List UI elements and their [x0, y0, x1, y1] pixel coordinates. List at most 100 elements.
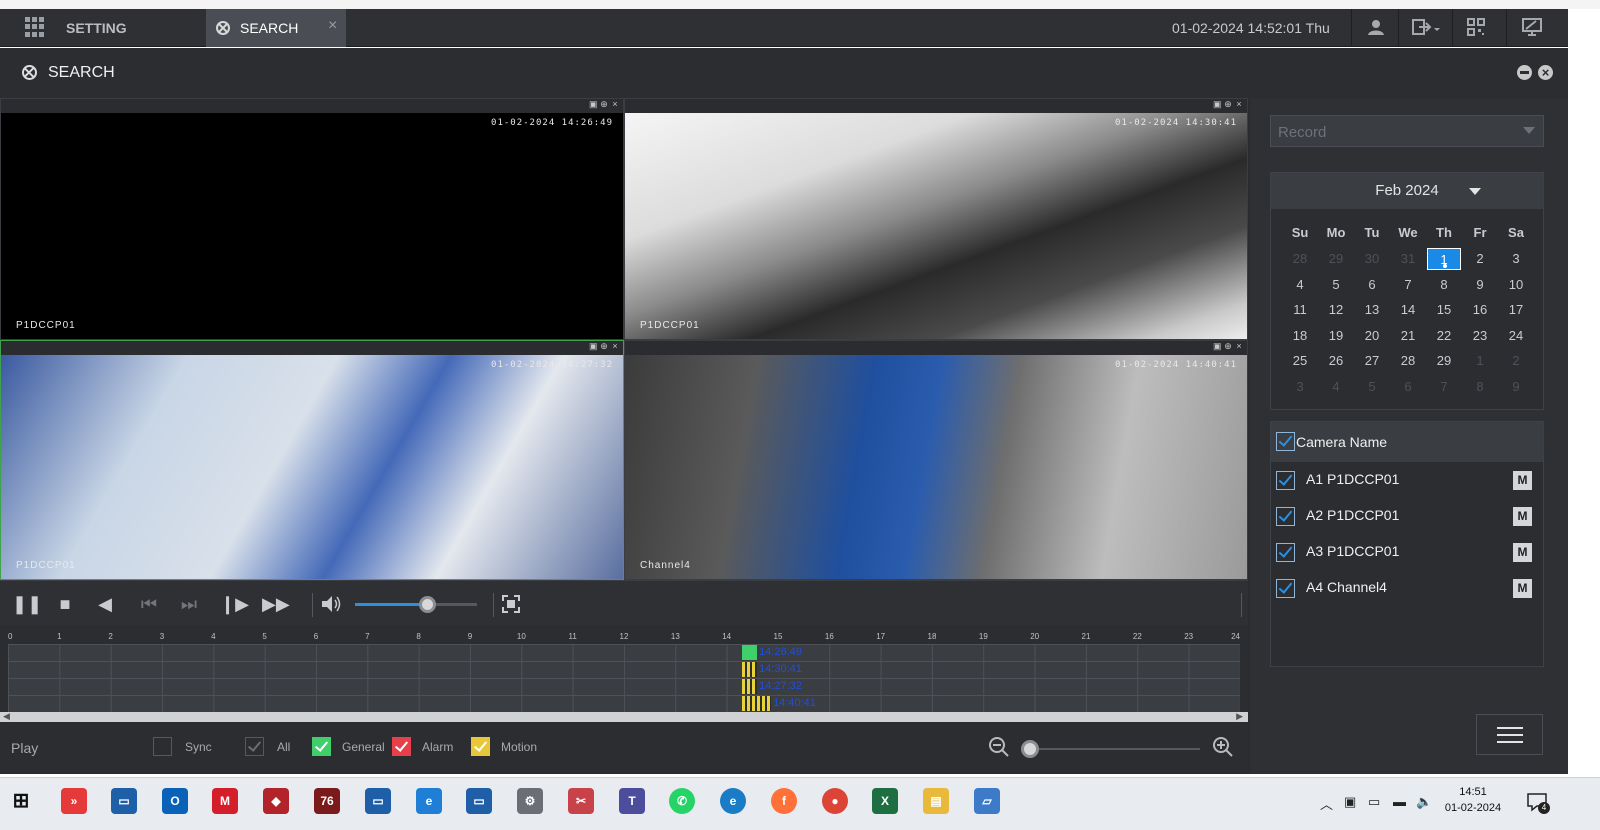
calendar-day[interactable]: 16: [1463, 299, 1497, 321]
record-type-select[interactable]: Record: [1270, 115, 1544, 147]
zoom-icon[interactable]: ⊕: [1224, 100, 1232, 109]
zoom-knob[interactable]: [1021, 740, 1039, 758]
step-forward-icon[interactable]: ❙▶: [220, 593, 249, 615]
chevron-down-icon[interactable]: [1469, 188, 1481, 195]
grid-menu-icon[interactable]: [25, 17, 45, 37]
search-tab[interactable]: SEARCH ×: [206, 9, 346, 47]
zoom-out-icon[interactable]: [988, 736, 1010, 758]
general-checkbox[interactable]: [312, 737, 331, 756]
calendar-day[interactable]: 8: [1427, 274, 1461, 296]
calendar-day[interactable]: 12: [1319, 299, 1353, 321]
user-icon[interactable]: [1366, 18, 1386, 38]
calendar-day[interactable]: 22: [1427, 325, 1461, 347]
app-book-icon[interactable]: ◆: [263, 788, 289, 814]
calendar-day[interactable]: 14: [1391, 299, 1425, 321]
chrome-icon[interactable]: ●: [822, 788, 848, 814]
windows-start-icon[interactable]: ⊞: [8, 788, 34, 814]
battery-icon[interactable]: ▬: [1393, 794, 1406, 809]
camera-checkbox[interactable]: [1276, 543, 1295, 562]
calendar-day[interactable]: 7: [1391, 274, 1425, 296]
close-pane-icon[interactable]: ×: [1235, 100, 1243, 109]
snapshot-icon[interactable]: ▣: [1213, 342, 1222, 351]
calendar-day[interactable]: 5: [1319, 274, 1353, 296]
calendar-day[interactable]: 18: [1283, 325, 1317, 347]
taskbar-clock[interactable]: 14:51 01-02-2024: [1443, 784, 1503, 816]
stop-icon[interactable]: ■: [54, 593, 76, 615]
app-window-icon-3[interactable]: ▭: [466, 788, 492, 814]
notification-icon[interactable]: 4: [1525, 790, 1550, 814]
timeline[interactable]: 0 1 2 3 4 5 6 7 8 9 10 11 12 13 14 15 16 17 18 19 20 21 22 23 24…: [0, 628, 1248, 722]
calendar-day[interactable]: 6: [1355, 274, 1389, 296]
calendar-header[interactable]: Feb 2024: [1271, 173, 1543, 209]
monitor-icon[interactable]: [1522, 18, 1542, 38]
video-pane-2[interactable]: ▣ ⊕ × 01-02-2024 14:30:41 P1DCCP01: [624, 98, 1248, 340]
previous-frame-icon[interactable]: ⏮: [138, 593, 160, 615]
calendar-day[interactable]: 3: [1499, 248, 1533, 270]
alarm-checkbox[interactable]: [392, 737, 411, 756]
camera-m-button[interactable]: M: [1513, 543, 1532, 562]
minimize-icon[interactable]: [1517, 65, 1532, 80]
volume-slider[interactable]: [355, 596, 477, 613]
calendar-day[interactable]: 26: [1319, 350, 1353, 372]
video-pane-1[interactable]: ▣ ⊕ × 01-02-2024 14:26:49 P1DCCP01: [0, 98, 624, 340]
camera-m-button[interactable]: M: [1513, 507, 1532, 526]
calendar-day[interactable]: 17: [1499, 299, 1533, 321]
sync-checkbox[interactable]: [153, 737, 172, 756]
setting-tab[interactable]: SETTING: [0, 9, 205, 47]
anydesk-icon[interactable]: »: [61, 788, 87, 814]
calendar-day[interactable]: 10: [1499, 274, 1533, 296]
calendar-day[interactable]: 27: [1355, 350, 1389, 372]
close-pane-icon[interactable]: ×: [611, 100, 619, 109]
zoom-in-icon[interactable]: [1212, 736, 1234, 758]
speaker-icon[interactable]: 🔈: [1416, 794, 1432, 810]
play-reverse-icon[interactable]: ◀: [94, 593, 116, 615]
timeline-zoom-slider[interactable]: [1021, 740, 1200, 758]
close-pane-icon[interactable]: ×: [611, 342, 619, 351]
close-pane-icon[interactable]: ×: [1235, 342, 1243, 351]
zoom-icon[interactable]: ⊕: [600, 342, 608, 351]
calendar-day[interactable]: 15: [1427, 299, 1461, 321]
close-tab-icon[interactable]: ×: [328, 17, 337, 35]
calendar-day[interactable]: 1: [1427, 248, 1461, 270]
whatsapp-icon[interactable]: ✆: [669, 788, 695, 814]
file-list-button[interactable]: [1476, 714, 1543, 755]
snapshot-icon[interactable]: ▣: [1213, 100, 1222, 109]
camera-checkbox[interactable]: [1276, 507, 1295, 526]
fast-forward-icon[interactable]: ▶▶: [262, 593, 290, 615]
calendar-day[interactable]: 11: [1283, 299, 1317, 321]
camera-m-button[interactable]: M: [1513, 579, 1532, 598]
snapshot-icon[interactable]: ▣: [589, 342, 598, 351]
app-red-icon[interactable]: M: [212, 788, 238, 814]
calendar-day[interactable]: 2: [1463, 248, 1497, 270]
calendar-day[interactable]: 4: [1283, 274, 1317, 296]
calendar-day[interactable]: 13: [1355, 299, 1389, 321]
calendar-day[interactable]: 24: [1499, 325, 1533, 347]
settings-gear-icon[interactable]: ⚙: [517, 788, 543, 814]
camera-checkbox[interactable]: [1276, 471, 1295, 490]
app-76-icon[interactable]: 76: [314, 788, 340, 814]
calendar-day[interactable]: 20: [1355, 325, 1389, 347]
app-window-icon-2[interactable]: ▭: [365, 788, 391, 814]
motion-checkbox[interactable]: [471, 737, 490, 756]
tray-chevron-up-icon[interactable]: ︿: [1320, 794, 1333, 813]
camera-m-button[interactable]: M: [1513, 471, 1532, 490]
zoom-icon[interactable]: ⊕: [600, 100, 608, 109]
outlook-icon[interactable]: O: [162, 788, 188, 814]
play-label[interactable]: Play: [11, 740, 38, 756]
all-checkbox[interactable]: [245, 737, 264, 756]
calendar-day[interactable]: 29: [1427, 350, 1461, 372]
select-all-cameras-checkbox[interactable]: [1276, 432, 1295, 451]
pause-icon[interactable]: ❚❚: [12, 593, 42, 615]
app-snip-icon[interactable]: ✂: [568, 788, 594, 814]
fullscreen-icon[interactable]: [500, 593, 522, 615]
snapshot-icon[interactable]: ▣: [589, 100, 598, 109]
tray-app-icon[interactable]: ▣: [1344, 794, 1356, 810]
zoom-icon[interactable]: ⊕: [1224, 342, 1232, 351]
video-pane-4[interactable]: ▣ ⊕ × 01-02-2024 14:40:41 Channel4: [624, 340, 1248, 580]
scroll-right-icon[interactable]: ▶: [1236, 711, 1243, 722]
calendar-day[interactable]: 25: [1283, 350, 1317, 372]
close-icon[interactable]: ×: [1538, 65, 1553, 80]
scroll-left-icon[interactable]: ◀: [3, 711, 10, 722]
calendar-day[interactable]: 9: [1463, 274, 1497, 296]
edge-icon[interactable]: e: [720, 788, 746, 814]
